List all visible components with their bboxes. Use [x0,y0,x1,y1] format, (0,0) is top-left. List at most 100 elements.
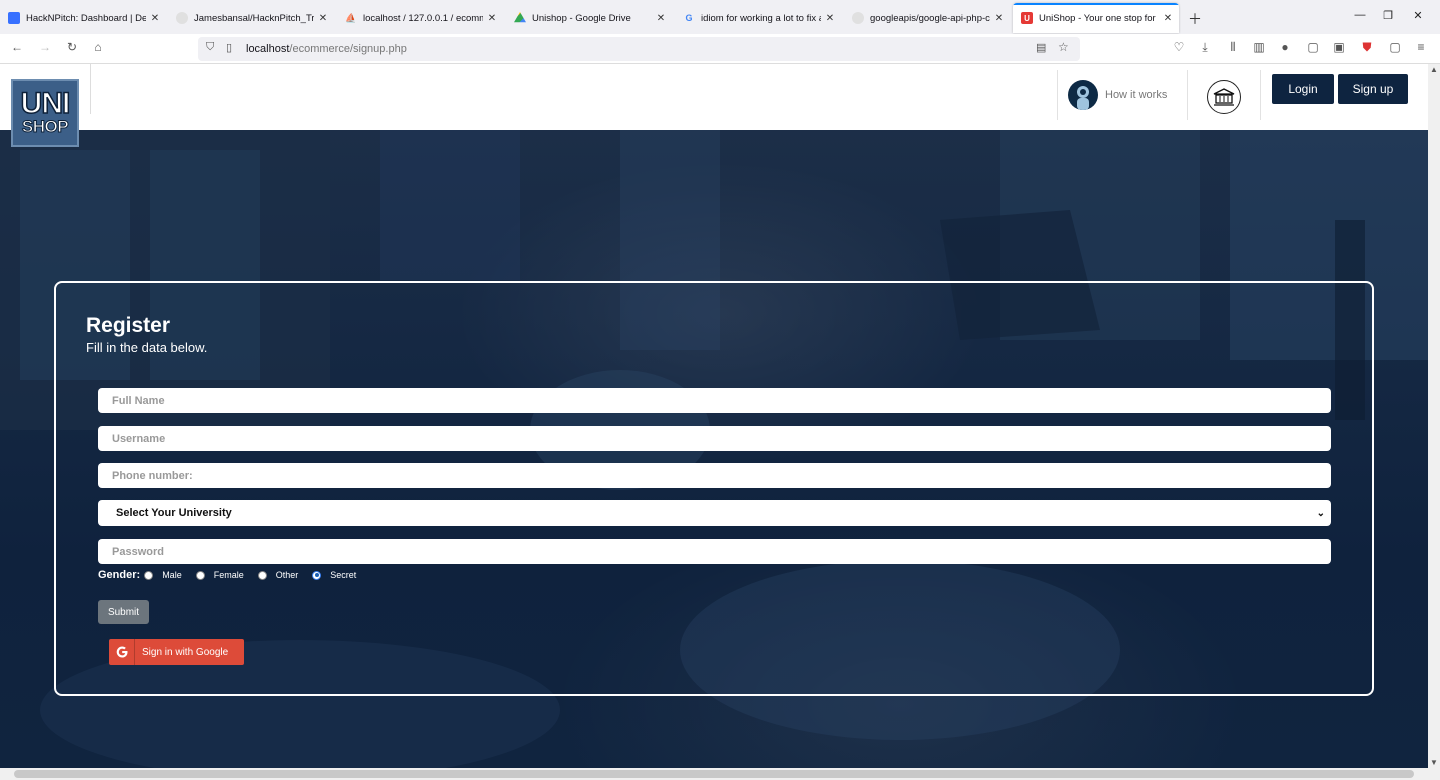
tab-title: localhost / 127.0.0.1 / ecommerce [363,12,483,24]
tab-title: googleapis/google-api-php-cli [870,12,990,24]
gender-radio-secret[interactable] [312,570,322,580]
gender-label: Gender: [98,569,141,581]
register-title: Register [86,314,171,337]
browser-tab-devfolio[interactable]: HackNPitch: Dashboard | Devfo ✕ [0,3,166,33]
menu-icon[interactable]: ≡ [1412,40,1430,54]
forward-icon[interactable]: → [36,40,54,54]
header-divider [1260,70,1261,120]
fullname-input[interactable]: Full Name [98,388,1331,413]
tab-title: UniShop - Your one stop for bu [1039,12,1159,24]
sidebar-icon[interactable]: ▥ [1250,40,1268,54]
chevron-down-icon: ⌄ [1316,507,1325,519]
github-icon [852,12,864,24]
signup-button[interactable]: Sign up [1338,74,1408,104]
page-viewport: How it works Login Sign up UNI SHOP Regi… [0,64,1428,768]
horizontal-scroll-thumb[interactable] [14,770,1414,778]
url-host: localhost [246,43,290,55]
gender-option-label: Other [275,570,299,580]
gender-option-label: Secret [330,570,357,580]
register-subtitle: Fill in the data below. [86,340,208,355]
browser-tab-github[interactable]: Jamesbansal/HacknPitch_Trojan ✕ [168,3,334,33]
gender-radio-male[interactable] [144,570,154,580]
unishop-logo[interactable]: UNI SHOP [11,79,79,147]
vertical-scrollbar[interactable]: ▲ ▼ [1428,64,1440,768]
devfolio-icon [8,12,20,24]
pocket-icon[interactable]: ♡ [1170,40,1188,54]
home-icon[interactable]: ⌂ [89,40,107,54]
close-tab-icon[interactable]: ✕ [487,13,497,24]
gender-radio-female[interactable] [195,570,205,580]
register-form-card: Register Fill in the data below. Full Na… [54,281,1374,696]
browser-tab-googleapis[interactable]: googleapis/google-api-php-cli ✕ [844,3,1010,33]
logo-text-line1: UNI [20,87,71,120]
browser-tab-strip: HackNPitch: Dashboard | Devfo ✕ Jamesban… [0,0,1440,34]
gender-radio-group: Gender: Male Female Other Secret [98,569,370,581]
how-it-works-label: How it works [1105,89,1168,101]
google-signin-label: Sign in with Google [142,646,229,658]
restore-icon[interactable]: ❐ [1378,9,1398,22]
horizontal-scrollbar[interactable] [0,768,1440,780]
tab-title: idiom for working a lot to fix a [701,12,821,24]
bookmark-star-icon[interactable]: ☆ [1058,40,1069,54]
gender-radio-other[interactable] [257,570,267,580]
url-bar[interactable]: ⛉ ▯ localhost/ecommerce/signup.php ▤ ☆ [198,37,1080,61]
close-tab-icon[interactable]: ✕ [656,13,666,24]
logo-text-line2: SHOP [21,117,69,136]
extension-icon[interactable]: ▢ [1304,40,1322,54]
username-input[interactable]: Username [98,426,1331,451]
phpmyadmin-icon: ⛵ [345,12,357,23]
site-header: How it works Login Sign up [0,64,1428,130]
how-it-works-link[interactable]: How it works [1068,80,1167,110]
google-signin-button[interactable]: Sign in with Google [109,639,244,665]
close-tab-icon[interactable]: ✕ [1163,13,1173,24]
close-tab-icon[interactable]: ✕ [318,13,328,24]
translate-extension-icon[interactable]: ▣ [1330,40,1348,54]
page-info-icon[interactable]: ▯ [226,41,232,54]
new-tab-icon[interactable]: ＋ [1188,9,1202,29]
browser-tab-google[interactable]: G idiom for working a lot to fix a ✕ [675,3,841,33]
login-button[interactable]: Login [1272,74,1334,104]
browser-tab-phpmyadmin[interactable]: ⛵ localhost / 127.0.0.1 / ecommerce ✕ [337,3,503,33]
phone-input[interactable]: Phone number: [98,463,1331,488]
reload-icon[interactable]: ↻ [63,40,81,54]
university-select-value: Select Your University [116,507,232,519]
close-tab-icon[interactable]: ✕ [825,13,835,24]
google-icon: G [685,13,693,23]
browser-tab-unishop[interactable]: U UniShop - Your one stop for bu ✕ [1013,3,1179,33]
submit-button[interactable]: Submit [98,600,149,624]
browser-tab-drive[interactable]: Unishop - Google Drive ✕ [506,3,672,33]
unishop-icon: U [1021,12,1033,24]
close-tab-icon[interactable]: ✕ [150,13,160,24]
tab-title: Unishop - Google Drive [532,12,631,24]
tab-title: HackNPitch: Dashboard | Devfo [26,12,146,24]
logo-divider [90,64,91,114]
library-icon[interactable]: ⫴ [1224,40,1242,55]
gender-option-label: Female [213,570,244,580]
header-divider [1187,70,1188,120]
shield-icon[interactable]: ⛉ [206,41,214,54]
scroll-down-icon[interactable]: ▼ [1430,758,1438,767]
github-icon [176,12,188,24]
back-icon[interactable]: ← [8,40,26,54]
account-icon[interactable]: ● [1276,40,1294,54]
extension-icon[interactable]: ▢ [1386,40,1404,54]
google-g-icon [109,639,135,665]
minimize-icon[interactable]: — [1350,9,1370,21]
downloads-icon[interactable]: ⤓ [1196,40,1214,55]
google-drive-icon [514,12,526,23]
browser-nav-bar: ← → ↻ ⌂ ⛉ ▯ localhost/ecommerce/signup.p… [0,34,1440,64]
close-tab-icon[interactable]: ✕ [994,13,1004,24]
university-icon[interactable] [1207,80,1241,114]
reader-view-icon[interactable]: ▤ [1036,41,1046,54]
gender-option-label: Male [162,570,182,580]
person-avatar-icon [1068,80,1098,110]
window-close-icon[interactable]: ✕ [1408,9,1428,22]
university-select[interactable]: Select Your University ⌄ [98,500,1331,526]
tab-title: Jamesbansal/HacknPitch_Trojan [194,12,314,24]
scroll-up-icon[interactable]: ▲ [1430,65,1438,74]
password-input[interactable]: Password [98,539,1331,564]
ublock-icon[interactable]: ⛊ [1358,40,1376,55]
header-divider [1057,70,1058,120]
url-path: /ecommerce/signup.php [289,43,407,55]
url-text: localhost/ecommerce/signup.php [246,43,407,55]
